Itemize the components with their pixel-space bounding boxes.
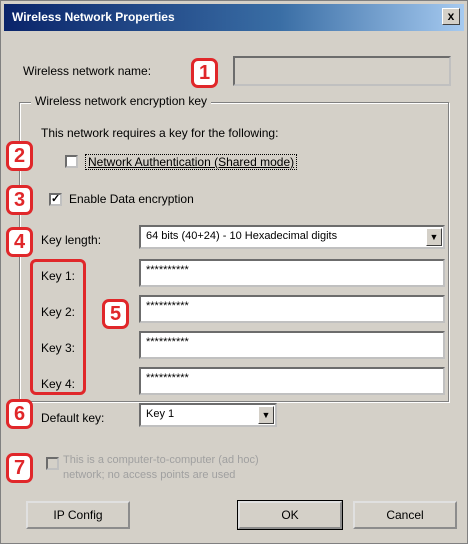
key-2-input[interactable]: ********** [139,295,445,323]
wireless-network-properties-dialog: Wireless Network Properties x Wireless n… [0,0,468,544]
default-key-label: Default key: [41,411,105,425]
window-title: Wireless Network Properties [12,10,175,24]
chevron-down-icon[interactable]: ▼ [258,406,274,424]
encryption-group-label: Wireless network encryption key [31,94,212,108]
adhoc-checkbox[interactable] [46,457,59,470]
network-name-field[interactable] [233,56,451,86]
key-4-input[interactable]: ********** [139,367,445,395]
adhoc-label: This is a computer-to-computer (ad hoc) … [63,454,259,481]
key-1-input[interactable]: ********** [139,259,445,287]
key-length-label: Key length: [41,233,102,247]
annotation-badge-1: 1 [191,58,218,88]
cancel-button[interactable]: Cancel [353,501,457,529]
network-auth-checkbox[interactable] [65,155,78,168]
annotation-badge-7: 7 [6,453,33,483]
default-key-select[interactable]: Key 1 ▼ [139,403,277,427]
title-bar: Wireless Network Properties x [4,4,464,31]
annotation-badge-4: 4 [6,227,33,257]
data-encryption-label[interactable]: Enable Data encryption [69,192,194,206]
key-length-select[interactable]: 64 bits (40+24) - 10 Hexadecimal digits … [139,225,445,249]
data-encryption-checkbox[interactable]: ✓ [49,193,62,206]
annotation-badge-5: 5 [102,299,129,329]
network-auth-label[interactable]: Network Authentication (Shared mode) [85,154,298,170]
ip-config-button[interactable]: IP Config [26,501,130,529]
ok-button[interactable]: OK [237,500,343,530]
requirement-text: This network requires a key for the foll… [41,126,279,140]
annotation-badge-2: 2 [6,141,33,171]
key-length-value: 64 bits (40+24) - 10 Hexadecimal digits [146,230,338,242]
annotation-badge-3: 3 [6,185,33,215]
annotation-badge-6: 6 [6,399,33,429]
annotation-key-labels-box [30,259,86,395]
chevron-down-icon[interactable]: ▼ [426,228,442,246]
default-key-value: Key 1 [146,408,175,420]
network-name-label: Wireless network name: [23,64,152,78]
key-3-input[interactable]: ********** [139,331,445,359]
close-button[interactable]: x [442,8,460,25]
